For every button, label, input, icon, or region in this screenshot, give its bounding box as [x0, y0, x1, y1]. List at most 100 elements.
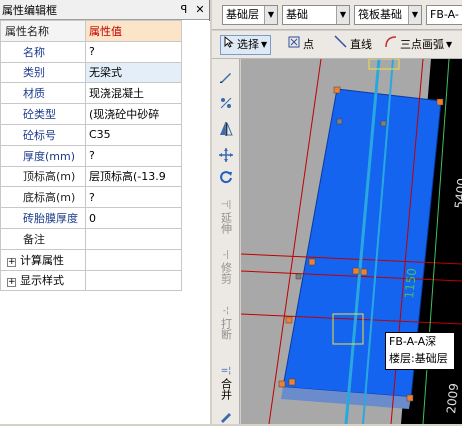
table-row[interactable]: 类别 无梁式 — [0, 61, 182, 84]
table-row[interactable]: 名称 ? — [0, 40, 182, 63]
extend-label: 延伸 — [219, 212, 233, 234]
floor-select-value: 基础层 — [226, 8, 259, 21]
trim-button[interactable]: -| 修剪 — [216, 249, 236, 284]
rotate-icon[interactable] — [216, 169, 236, 188]
chevron-down-icon[interactable]: ▼ — [336, 6, 349, 24]
extend-icon: ⊣| — [220, 200, 232, 210]
prop-name: 底标高(m) — [0, 186, 86, 209]
toolbar-draw: 选择 ▼ 点 直线 三点画弧 ▼ — [212, 31, 462, 59]
move-icon[interactable] — [216, 147, 236, 166]
point-button[interactable]: 点 — [288, 35, 314, 55]
group-name[interactable]: + 计算属性 — [0, 248, 86, 271]
table-header: 属性名称 属性值 — [0, 20, 182, 42]
panel-title-bar: 属性编辑框 ꟼ ✕ — [0, 0, 209, 20]
chevron-down-icon[interactable]: ▼ — [261, 35, 267, 55]
element-select[interactable]: FB-A- — [426, 5, 462, 25]
close-icon[interactable]: ✕ — [193, 3, 207, 17]
table-row[interactable]: 底标高(m) ? — [0, 186, 182, 209]
element-tooltip: FB-A-A深 楼层:基础层 — [385, 332, 455, 370]
prop-name: 砼标号 — [0, 123, 86, 146]
mirror-icon[interactable] — [216, 121, 236, 140]
prop-name: 砖胎膜厚度 — [0, 207, 86, 229]
arc-label: 三点画弧 — [400, 38, 444, 51]
prop-value[interactable]: 层顶标高(-13.9 — [85, 165, 182, 188]
select-label: 选择 — [237, 38, 259, 51]
table-row[interactable]: 顶标高(m) 层顶标高(-13.9 — [0, 165, 182, 188]
group-value — [85, 248, 182, 271]
prop-value[interactable]: 无梁式 — [85, 61, 182, 84]
header-name: 属性名称 — [0, 20, 86, 42]
toolbar-selectors: 基础层 ▼ 基础 ▼ 筏板基础 ▼ FB-A- — [212, 0, 462, 30]
group-value — [85, 269, 182, 292]
dimension-text: 2009 — [444, 382, 461, 414]
prop-value[interactable]: ? — [85, 144, 182, 167]
prop-name: 材质 — [0, 82, 86, 105]
table-row[interactable]: 备注 — [0, 227, 182, 250]
line-icon — [334, 35, 347, 55]
prop-name: 顶标高(m) — [0, 165, 86, 188]
trim-icon: -| — [222, 250, 230, 260]
prop-name: 备注 — [0, 227, 86, 250]
panel-title: 属性编辑框 — [2, 3, 57, 17]
line-label: 直线 — [350, 38, 372, 51]
pencil-icon[interactable] — [216, 69, 236, 88]
header-value: 属性值 — [85, 20, 182, 42]
group-label: 计算属性 — [20, 253, 64, 267]
expand-icon[interactable]: + — [7, 278, 16, 288]
arc-button[interactable]: 三点画弧 ▼ — [384, 35, 452, 55]
table-row[interactable]: 砼标号 C35 — [0, 123, 182, 146]
trim-label: 修剪 — [219, 262, 233, 284]
extend-button[interactable]: ⊣| 延伸 — [216, 199, 236, 234]
group-row[interactable]: + 计算属性 — [0, 248, 182, 271]
property-table: 属性名称 属性值 名称 ? 类别 无梁式 材质 现浇混凝土 砼类型 (现浇砼中砂… — [0, 20, 182, 292]
component-select-value: 基础 — [286, 8, 308, 21]
group-label: 显示样式 — [20, 274, 64, 288]
element-select-value: FB-A- — [430, 8, 459, 21]
point-label: 点 — [303, 38, 314, 51]
select-button[interactable]: 选择 ▼ — [220, 35, 272, 55]
break-label: 打断 — [219, 318, 233, 340]
prop-name: 名称 — [0, 40, 86, 63]
type-select[interactable]: 筏板基础 ▼ — [354, 5, 422, 25]
tooltip-name: FB-A-A深 — [389, 335, 437, 348]
table-row[interactable]: 材质 现浇混凝土 — [0, 82, 182, 105]
side-toolbar: ⊣| 延伸 -| 修剪 -¦ 打断 =¦ 合并 — [212, 59, 240, 424]
table-row[interactable]: 厚度(mm) ? — [0, 144, 182, 167]
table-row[interactable]: 砼类型 (现浇砼中砂碎 — [0, 103, 182, 125]
merge-icon: =¦ — [220, 366, 232, 376]
prop-value[interactable]: ? — [85, 40, 182, 63]
merge-button[interactable]: =¦ 合并 — [216, 365, 236, 400]
tooltip-floor: 楼层:基础层 — [389, 352, 448, 365]
prop-value[interactable]: (现浇砼中砂碎 — [85, 103, 182, 125]
prop-value[interactable]: 0 — [85, 207, 182, 229]
prop-name: 砼类型 — [0, 103, 86, 125]
prop-name: 类别 — [0, 61, 86, 84]
panel-empty-area — [182, 21, 210, 424]
group-name[interactable]: + 显示样式 — [0, 269, 86, 292]
prop-name: 厚度(mm) — [0, 144, 86, 167]
break-icon: -¦ — [222, 306, 230, 316]
pin-icon[interactable]: ꟼ — [177, 3, 191, 17]
property-panel: 属性编辑框 ꟼ ✕ 属性名称 属性值 名称 ? 类别 无梁式 材质 现浇混凝土 … — [0, 0, 210, 424]
prop-value[interactable]: C35 — [85, 123, 182, 146]
component-select[interactable]: 基础 ▼ — [282, 5, 350, 25]
chevron-down-icon[interactable]: ▼ — [408, 6, 421, 24]
break-button[interactable]: -¦ 打断 — [216, 305, 236, 340]
prop-value[interactable]: ? — [85, 186, 182, 209]
chevron-down-icon[interactable]: ▼ — [264, 6, 277, 24]
expand-icon[interactable]: + — [7, 257, 16, 267]
dimension-text: 5400 — [452, 177, 462, 209]
group-row[interactable]: + 显示样式 — [0, 269, 182, 292]
mirror-dots-icon[interactable] — [216, 95, 236, 114]
line-button[interactable]: 直线 — [334, 35, 372, 55]
cursor-icon — [224, 35, 234, 55]
arc-icon — [384, 35, 397, 55]
prop-value[interactable] — [85, 227, 182, 250]
table-row[interactable]: 砖胎膜厚度 0 — [0, 207, 182, 229]
merge-label: 合并 — [219, 378, 233, 400]
chevron-down-icon[interactable]: ▼ — [446, 35, 452, 55]
prop-value[interactable]: 现浇混凝土 — [85, 82, 182, 105]
type-select-value: 筏板基础 — [358, 8, 402, 21]
floor-select[interactable]: 基础层 ▼ — [222, 5, 278, 25]
point-icon — [288, 35, 300, 55]
